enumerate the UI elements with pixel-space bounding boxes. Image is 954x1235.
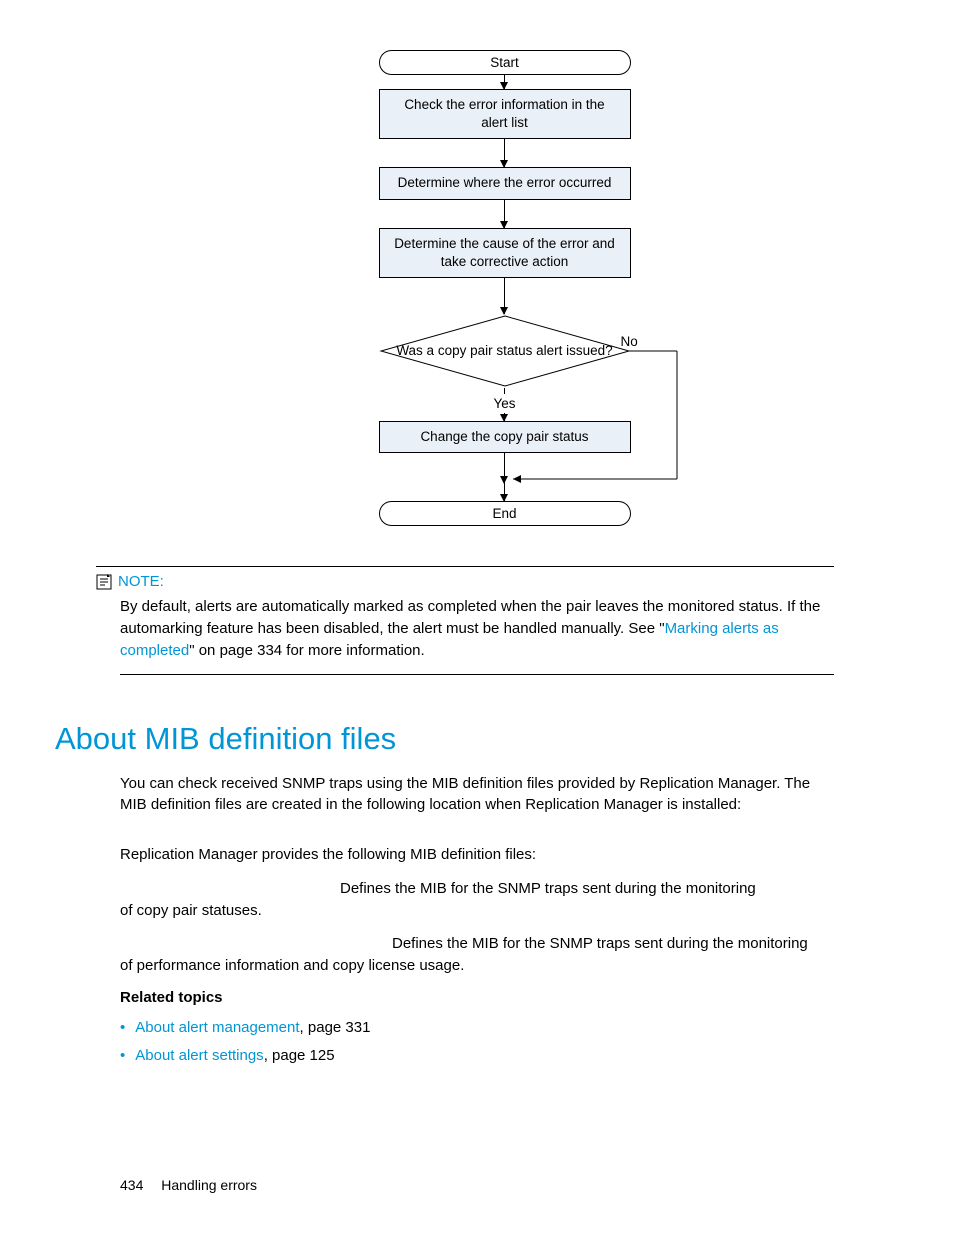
related-topics-list: About alert management, page 331 About a… [120,1014,834,1071]
link-about-alert-management[interactable]: About alert management [135,1019,299,1036]
mib-def-2b: of performance information and copy lice… [120,955,834,977]
flow-decision: Was a copy pair status alert issued? No [379,314,631,388]
note-body: By default, alerts are automatically mar… [120,590,834,674]
related-topics-heading: Related topics [120,989,834,1006]
note-label: NOTE: [118,573,164,590]
flow-step-change-status: Change the copy pair status [379,421,631,453]
note-heading: NOTE: [96,566,834,590]
note-text-post: " on page 334 for more information. [189,642,424,659]
flowchart: Start Check the error information in the… [175,50,834,526]
related-suffix: , page 331 [300,1019,371,1036]
related-item: About alert management, page 331 [120,1014,834,1043]
note-icon [96,574,112,590]
page-footer: 434 Handling errors [120,1177,257,1193]
flow-step-check-error: Check the error information in the alert… [379,89,631,139]
flow-start: Start [379,50,631,75]
flow-end: End [379,501,631,526]
section-heading: About MIB definition files [55,721,834,757]
mib-def-1a: Defines the MIB for the SNMP traps sent … [120,878,834,900]
mib-def-2a: Defines the MIB for the SNMP traps sent … [120,933,834,955]
decision-no-label: No [621,334,638,349]
note-block: NOTE: By default, alerts are automatical… [120,566,834,674]
decision-text: Was a copy pair status alert issued? [379,342,631,360]
mib-def-1b: of copy pair statuses. [120,900,834,922]
flow-step-determine-cause: Determine the cause of the error and tak… [379,228,631,278]
page-number: 434 [120,1177,143,1193]
section-paragraph-2: Replication Manager provides the followi… [120,844,834,866]
footer-title: Handling errors [161,1177,257,1193]
related-item: About alert settings, page 125 [120,1042,834,1071]
flow-step-determine-where: Determine where the error occurred [379,167,631,199]
section-paragraph-1: You can check received SNMP traps using … [120,773,834,817]
link-about-alert-settings[interactable]: About alert settings [135,1047,263,1064]
decision-yes-label: Yes [379,396,631,411]
related-suffix: , page 125 [264,1047,335,1064]
